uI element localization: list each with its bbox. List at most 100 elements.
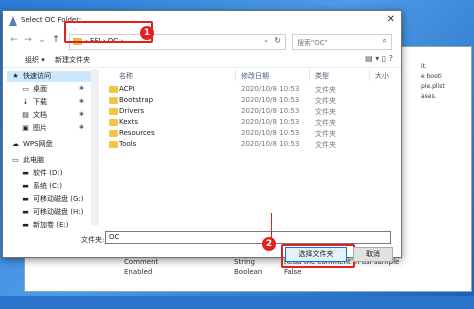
column-header-date[interactable]: 修改日期 (241, 71, 269, 81)
file-type: 文件夹 (315, 119, 336, 127)
sidebar-item-label: 软件 (D:) (33, 169, 63, 177)
folder-icon (109, 108, 118, 115)
bg-side-text: ple.plist (421, 83, 445, 90)
folder-name-input[interactable]: OC (105, 231, 391, 244)
column-divider[interactable] (235, 69, 236, 81)
drive-icon: ▬ (22, 195, 29, 203)
bg-side-text: e booti (421, 73, 442, 80)
up-arrow-icon[interactable]: ↑ (51, 35, 61, 45)
sidebar-scrollbar[interactable] (91, 69, 99, 225)
annotation-highlight-select (281, 244, 355, 268)
sidebar-item-drive-c[interactable]: ▬ 系统 (C:) (21, 181, 62, 192)
view-options-icon[interactable]: ▤ ▾ ▯ ? (365, 54, 393, 63)
taskbar (0, 296, 474, 309)
column-header-name[interactable]: 名称 (119, 71, 133, 81)
sidebar-item-drive-h[interactable]: ▬ 可移动磁盘 (H:) (21, 207, 83, 218)
file-name: ACPI (119, 85, 135, 93)
sidebar-item-desktop[interactable]: ▭ 桌面 (21, 84, 47, 95)
app-icon (9, 16, 17, 26)
file-date: 2020/10/8 10:53 (241, 107, 300, 115)
cancel-button[interactable]: 取消 (353, 247, 393, 262)
sidebar-item-label: 新加卷 (E:) (33, 221, 69, 229)
column-divider[interactable] (309, 69, 310, 81)
file-type: 文件夹 (315, 141, 336, 149)
sidebar-item-label: 快速访问 (23, 72, 51, 80)
select-folder-dialog: Select OC Folder: ✕ ← → ⌄ ↑ › EFI › OC ›… (2, 10, 402, 268)
annotation-badge-1: 1 (140, 26, 154, 40)
back-arrow-icon[interactable]: ← (9, 35, 19, 45)
file-date: 2020/10/8 10:53 (241, 140, 300, 148)
folder-icon (109, 141, 118, 148)
navigation-bar: ← → ⌄ ↑ › EFI › OC › ⌄ ↻ 搜索"OC" ⌕ (3, 33, 401, 51)
star-icon: ★ (12, 72, 19, 80)
organize-button[interactable]: 组织 ▾ (25, 55, 45, 65)
folder-icon (109, 97, 118, 104)
forward-arrow-icon[interactable]: → (23, 35, 33, 45)
document-icon: ▤ (22, 111, 29, 119)
bg-side-text: ases. (421, 93, 437, 100)
refresh-icon[interactable]: ↻ (274, 36, 281, 45)
sidebar-item-label: 此电脑 (23, 156, 44, 164)
sidebar-item-pictures[interactable]: ▣ 图片 (21, 123, 47, 134)
sidebar-item-drive-g[interactable]: ▬ 可移动磁盘 (G:) (21, 194, 83, 205)
drive-icon: ▬ (22, 169, 29, 177)
list-item[interactable]: Tools 2020/10/8 10:53 文件夹 (103, 139, 393, 150)
sidebar-item-quick-access[interactable]: ★ 快速访问 (7, 71, 91, 82)
recent-locations-icon[interactable]: ⌄ (37, 35, 47, 45)
sidebar-item-label: 系统 (C:) (33, 182, 62, 190)
column-header-type[interactable]: 类型 (315, 71, 329, 81)
bg-value: False (284, 268, 302, 276)
cloud-icon: ☁ (12, 140, 19, 148)
pin-icon[interactable]: ✱ (79, 85, 84, 92)
file-name: Bootstrap (119, 96, 154, 104)
chevron-down-icon[interactable]: ⌄ (263, 36, 269, 44)
sidebar-item-label: 文档 (33, 111, 47, 119)
list-item[interactable]: Drivers 2020/10/8 10:53 文件夹 (103, 106, 393, 117)
command-toolbar: 组织 ▾ 新建文件夹 ▤ ▾ ▯ ? (3, 53, 401, 68)
computer-icon: ▭ (12, 156, 19, 164)
sidebar-item-drive-e[interactable]: ▬ 新加卷 (E:) (21, 220, 68, 231)
search-icon[interactable]: ⌕ (383, 36, 387, 46)
sidebar-item-documents[interactable]: ▤ 文档 (21, 110, 47, 121)
sidebar-item-label: 桌面 (33, 85, 47, 93)
sidebar-item-label: 可移动磁盘 (G:) (33, 195, 84, 203)
column-divider[interactable] (369, 69, 370, 81)
bg-side-text: it. (421, 63, 427, 70)
list-item[interactable]: Bootstrap 2020/10/8 10:53 文件夹 (103, 95, 393, 106)
sidebar-item-drive-d[interactable]: ▬ 软件 (D:) (21, 168, 62, 179)
file-type: 文件夹 (315, 130, 336, 138)
file-list-header: 名称 修改日期 类型 大小 (103, 69, 393, 81)
file-name: Kexts (119, 118, 138, 126)
sidebar-item-label: 可移动磁盘 (H:) (33, 208, 84, 216)
list-item[interactable]: ACPI 2020/10/8 10:53 文件夹 (103, 84, 393, 95)
file-name: Resources (119, 129, 155, 137)
sidebar-item-this-pc[interactable]: ▭ 此电脑 (11, 155, 44, 166)
search-box[interactable]: 搜索"OC" ⌕ (292, 34, 392, 50)
column-header-size[interactable]: 大小 (375, 71, 389, 81)
sidebar-item-label: WPS网盘 (23, 140, 53, 148)
folder-field-label: 文件夹: (81, 236, 105, 244)
sidebar-item-downloads[interactable]: ↓ 下载 (21, 97, 47, 108)
list-item[interactable]: Kexts 2020/10/8 10:53 文件夹 (103, 117, 393, 128)
file-name: Tools (119, 140, 137, 148)
folder-icon (109, 119, 118, 126)
sidebar-item-wps-cloud[interactable]: ☁ WPS网盘 (11, 139, 53, 150)
new-folder-button[interactable]: 新建文件夹 (55, 55, 90, 65)
file-date: 2020/10/8 10:53 (241, 129, 300, 137)
file-name: Drivers (119, 107, 145, 115)
file-date: 2020/10/8 10:53 (241, 118, 300, 126)
sidebar-item-label: 下载 (33, 98, 47, 106)
desktop-icon: ▭ (22, 85, 29, 93)
download-icon: ↓ (22, 98, 29, 106)
file-date: 2020/10/8 10:53 (241, 96, 300, 104)
pin-icon[interactable]: ✱ (79, 124, 84, 131)
pin-icon[interactable]: ✱ (79, 98, 84, 105)
file-type: 文件夹 (315, 108, 336, 116)
dialog-titlebar[interactable]: Select OC Folder: ✕ (3, 11, 401, 31)
file-type: 文件夹 (315, 86, 336, 94)
bg-key: Enabled (124, 268, 153, 276)
pin-icon[interactable]: ✱ (79, 111, 84, 118)
bg-key: Comment (124, 258, 159, 266)
list-item[interactable]: Resources 2020/10/8 10:53 文件夹 (103, 128, 393, 139)
close-icon[interactable]: ✕ (387, 14, 395, 25)
